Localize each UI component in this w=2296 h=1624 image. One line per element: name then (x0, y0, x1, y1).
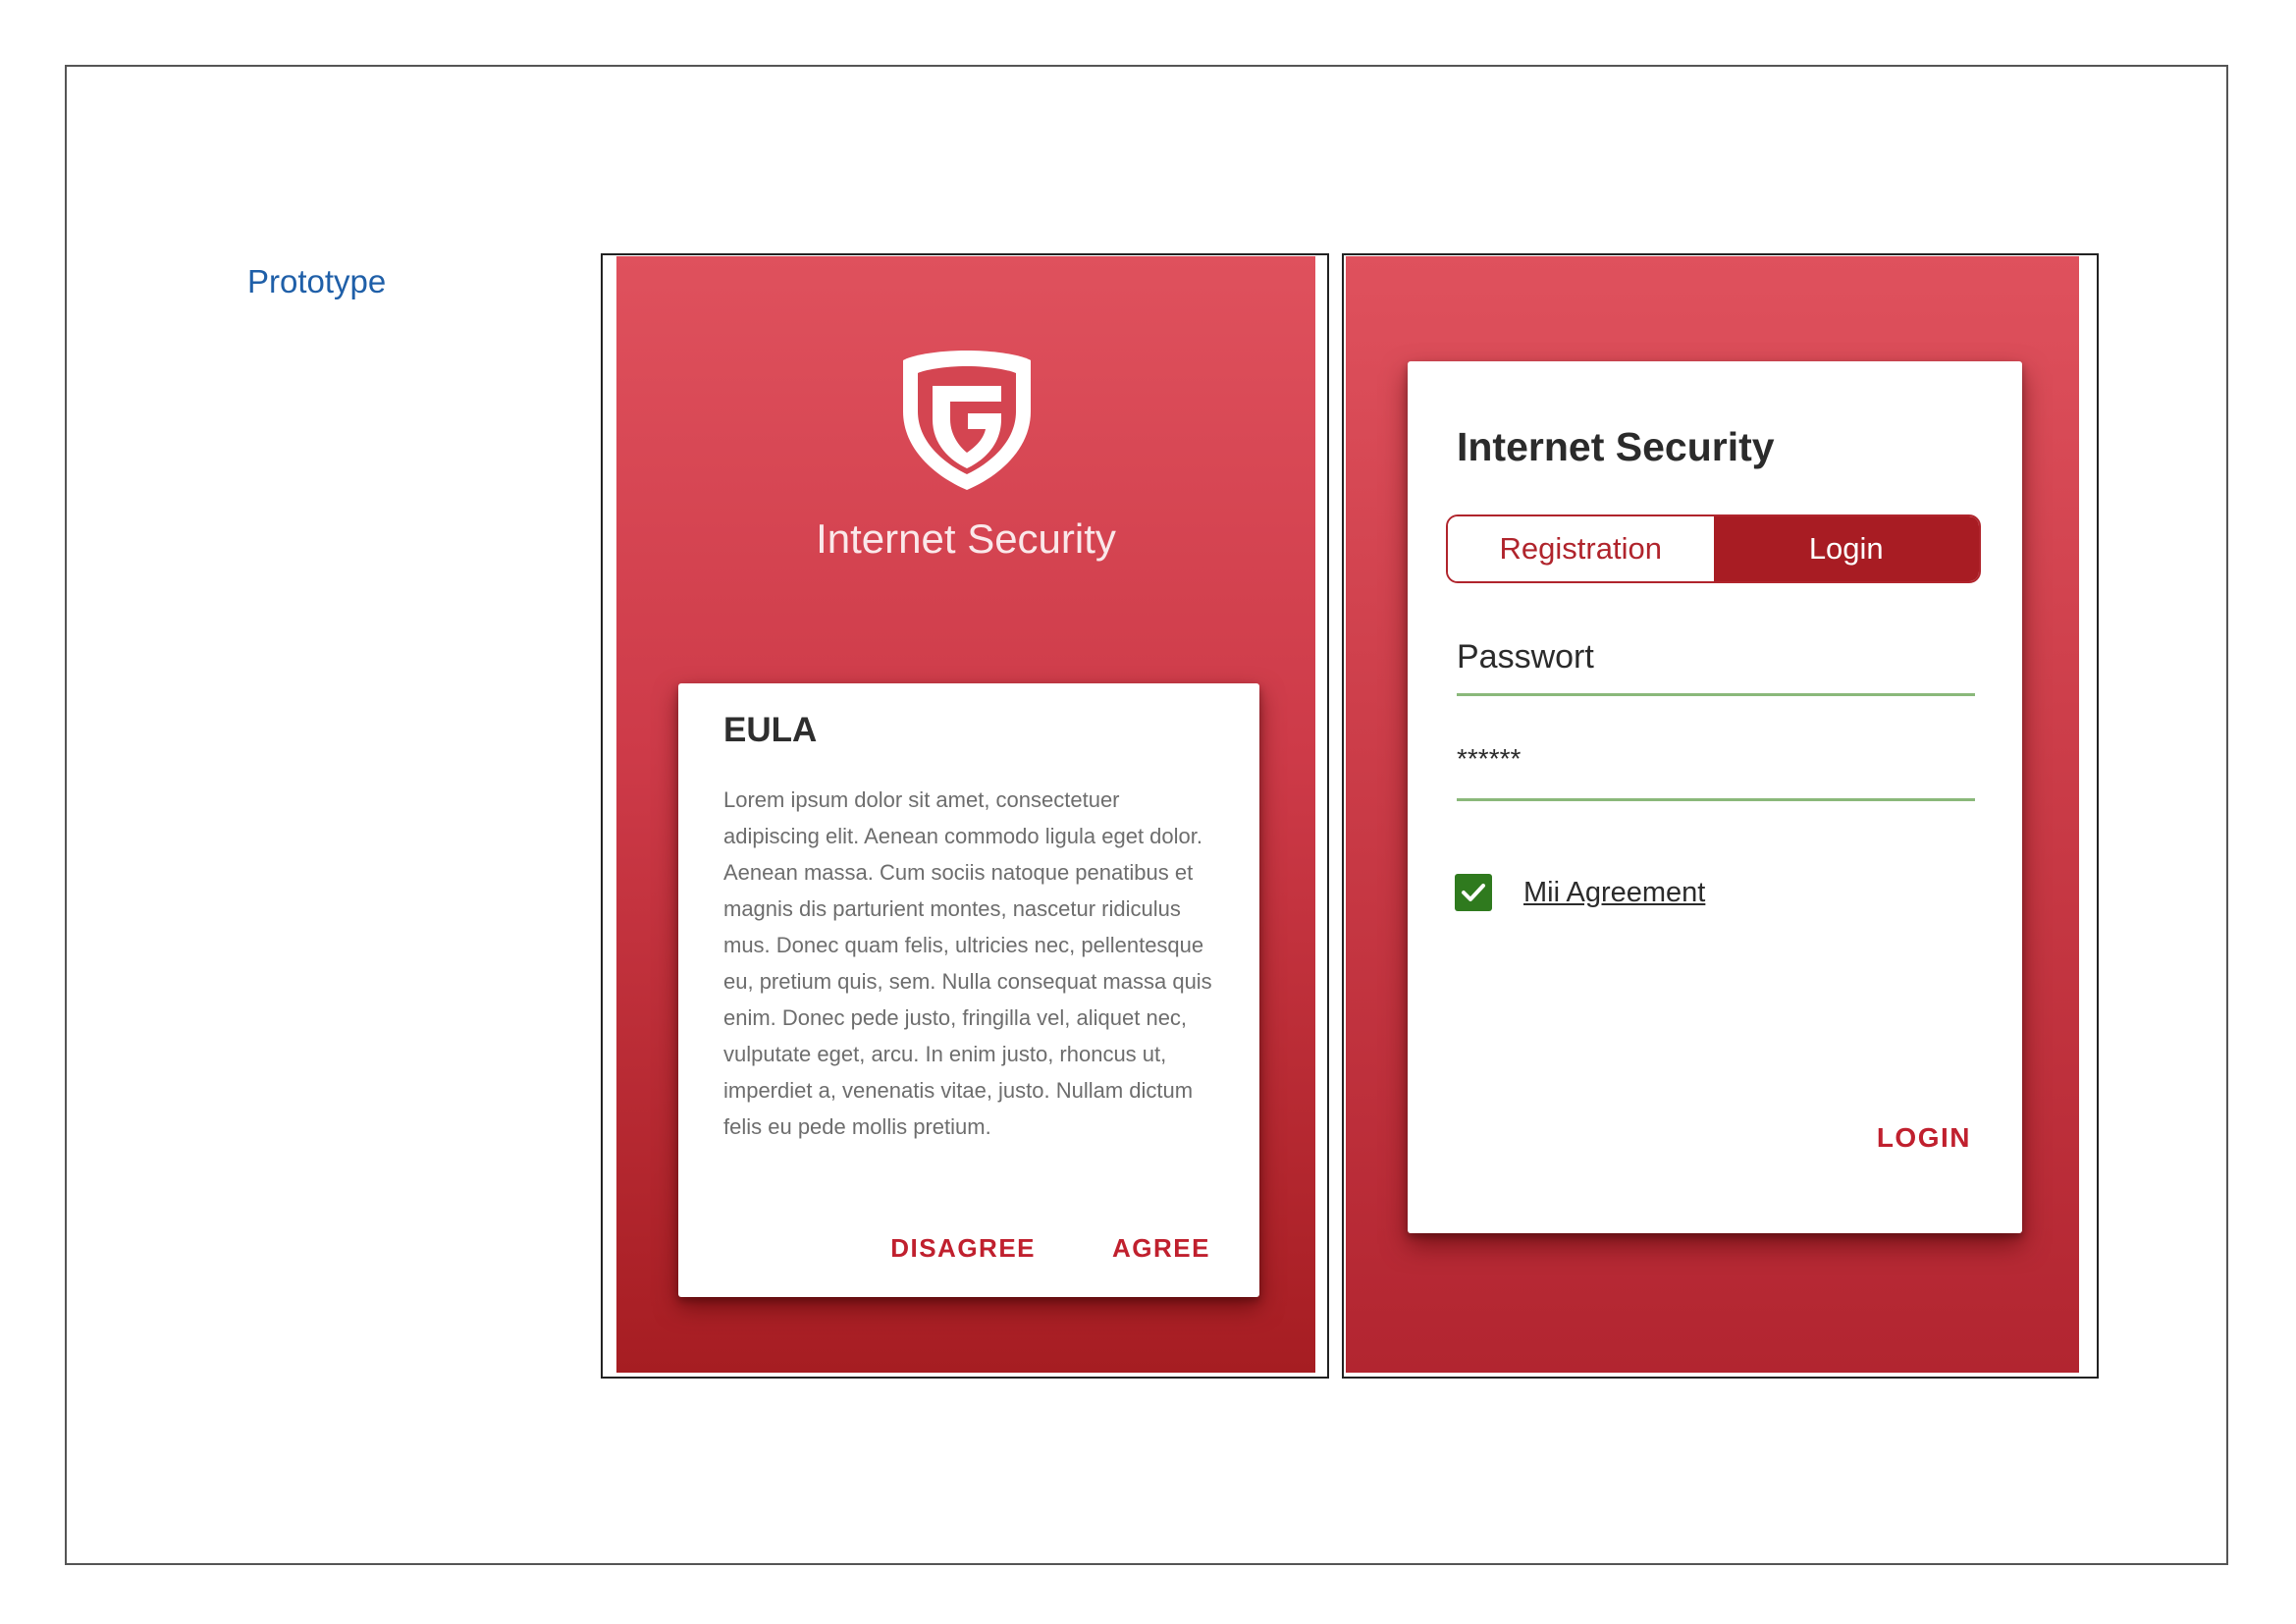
login-screen: Internet Security Registration Login Pas… (1346, 256, 2079, 1373)
eula-title: EULA (723, 711, 818, 749)
prototype-caption: Prototype (247, 263, 387, 299)
password-input[interactable]: ****** (1457, 743, 1975, 801)
app-name: Internet Security (816, 515, 1116, 562)
eula-dialog: EULA Lorem ipsum dolor sit amet, consect… (678, 683, 1259, 1297)
password-label-field[interactable]: Passwort (1457, 638, 1975, 696)
eula-actions: DISAGREE AGREE (890, 1233, 1210, 1264)
table-divider (1327, 253, 1344, 1379)
login-card: Internet Security Registration Login Pas… (1408, 361, 2022, 1233)
eula-body-text: Lorem ipsum dolor sit amet, consectetuer… (723, 787, 1212, 1139)
agreement-link[interactable]: Mii Agreement (1523, 877, 1705, 909)
agreement-row: Mii Agreement (1455, 874, 1705, 911)
shield-g-logo-icon (903, 351, 1031, 490)
eula-screen: Internet Security EULA Lorem ipsum dolor… (616, 256, 1315, 1373)
disagree-button[interactable]: DISAGREE (890, 1233, 1036, 1264)
login-title: Internet Security (1457, 424, 1775, 469)
agree-button[interactable]: AGREE (1112, 1233, 1210, 1264)
tab-login[interactable]: Login (1713, 516, 1979, 581)
agreement-checkbox[interactable] (1455, 874, 1492, 911)
checkmark-icon (1462, 884, 1485, 901)
tab-registration[interactable]: Registration (1448, 516, 1714, 581)
login-button[interactable]: LOGIN (1877, 1122, 1971, 1154)
auth-tab-switch: Registration Login (1446, 514, 1981, 583)
